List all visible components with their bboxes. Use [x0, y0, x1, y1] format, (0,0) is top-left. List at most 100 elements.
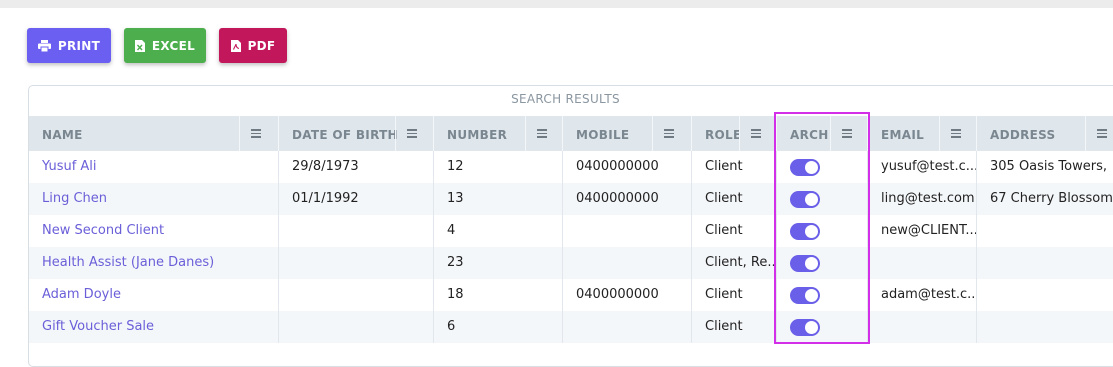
- column-header-mobile[interactable]: MOBILE: [563, 116, 692, 151]
- cell-mobile: [563, 311, 692, 343]
- cell-number: 23: [434, 247, 563, 279]
- cell-archived: [777, 215, 868, 247]
- cell-email: adam@test.c...: [868, 279, 977, 311]
- cell-name[interactable]: Health Assist (Jane Danes): [29, 247, 279, 279]
- cell-name[interactable]: Ling Chen: [29, 183, 279, 215]
- cell-mobile: 0400000000: [563, 151, 692, 183]
- cell-number: 6: [434, 311, 563, 343]
- archived-toggle[interactable]: [790, 191, 820, 208]
- column-header-role[interactable]: ROLE: [692, 116, 777, 151]
- archived-toggle[interactable]: [790, 159, 820, 176]
- print-button[interactable]: PRINT: [27, 28, 111, 63]
- cell-dob: [279, 279, 434, 311]
- archived-toggle[interactable]: [790, 319, 820, 336]
- column-menu-icon[interactable]: [652, 116, 685, 151]
- cell-dob: 01/1/1992: [279, 183, 434, 215]
- cell-archived: [777, 183, 868, 215]
- toggle-knob: [805, 257, 818, 270]
- cell-archived: [777, 311, 868, 343]
- column-header-address[interactable]: ADDRESS: [977, 116, 1113, 151]
- cell-email: [868, 311, 977, 343]
- column-label: DATE OF BIRTH: [292, 128, 398, 142]
- cell-archived: [777, 151, 868, 183]
- table-row[interactable]: Ling Chen 01/1/1992 13 0400000000 Client ling…: [29, 183, 1113, 215]
- cell-address: [977, 311, 1113, 343]
- top-band: [0, 0, 1113, 8]
- toggle-knob: [805, 321, 818, 334]
- toggle-knob: [805, 225, 818, 238]
- cell-name[interactable]: Adam Doyle: [29, 279, 279, 311]
- archived-toggle[interactable]: [790, 223, 820, 240]
- table-row[interactable]: Health Assist (Jane Danes) 23 Client, Re..…: [29, 247, 1113, 279]
- cell-archived: [777, 279, 868, 311]
- cell-dob: [279, 311, 434, 343]
- column-menu-icon[interactable]: [739, 116, 772, 151]
- archived-toggle[interactable]: [790, 287, 820, 304]
- cell-address: [977, 215, 1113, 247]
- column-header-email[interactable]: EMAIL: [868, 116, 977, 151]
- column-menu-icon[interactable]: [395, 116, 428, 151]
- column-menu-icon[interactable]: [239, 116, 272, 151]
- column-menu-icon[interactable]: [525, 116, 558, 151]
- column-label: NAME: [42, 128, 83, 142]
- cell-mobile: [563, 247, 692, 279]
- printer-icon: [37, 39, 51, 52]
- table-header: NAME DATE OF BIRTH NUMBER MOBILE ROLE AR…: [29, 116, 1113, 151]
- cell-mobile: [563, 215, 692, 247]
- column-label: MOBILE: [576, 128, 630, 142]
- cell-name[interactable]: Yusuf Ali: [29, 151, 279, 183]
- cell-role: Client: [692, 311, 777, 343]
- cell-archived: [777, 247, 868, 279]
- cell-email: new@CLIENT....: [868, 215, 977, 247]
- column-header-name[interactable]: NAME: [29, 116, 279, 151]
- cell-dob: 29/8/1973: [279, 151, 434, 183]
- table-row[interactable]: New Second Client 4 Client new@CLIENT....: [29, 215, 1113, 247]
- toggle-knob: [805, 161, 818, 174]
- column-menu-icon[interactable]: [1085, 116, 1113, 151]
- cell-number: 4: [434, 215, 563, 247]
- cell-role: Client: [692, 279, 777, 311]
- cell-role: Client: [692, 183, 777, 215]
- cell-email: yusuf@test.c...: [868, 151, 977, 183]
- search-results-panel: SEARCH RESULTS NAME DATE OF BIRTH NUMBER…: [28, 85, 1113, 367]
- cell-mobile: 0400000000: [563, 183, 692, 215]
- excel-button-label: EXCEL: [151, 38, 196, 53]
- column-header-number[interactable]: NUMBER: [434, 116, 563, 151]
- column-label: ADDRESS: [990, 128, 1056, 142]
- column-label: ARCH: [790, 128, 829, 142]
- cell-number: 18: [434, 279, 563, 311]
- panel-title: SEARCH RESULTS: [511, 92, 620, 106]
- column-menu-icon[interactable]: [830, 116, 863, 151]
- excel-button[interactable]: EXCEL: [124, 28, 206, 63]
- cell-dob: [279, 215, 434, 247]
- cell-name[interactable]: Gift Voucher Sale: [29, 311, 279, 343]
- cell-role: Client: [692, 151, 777, 183]
- cell-address: 67 Cherry Blossom: [977, 183, 1113, 215]
- toggle-knob: [805, 289, 818, 302]
- cell-email: [868, 247, 977, 279]
- column-label: EMAIL: [881, 128, 925, 142]
- column-label: ROLE: [705, 128, 740, 142]
- cell-email: ling@test.com: [868, 183, 977, 215]
- cell-role: Client: [692, 215, 777, 247]
- excel-file-icon: [134, 39, 145, 52]
- cell-number: 12: [434, 151, 563, 183]
- cell-address: [977, 279, 1113, 311]
- table-row[interactable]: Gift Voucher Sale 6 Client: [29, 311, 1113, 343]
- cell-role: Client, Re...: [692, 247, 777, 279]
- column-header-dob[interactable]: DATE OF BIRTH: [279, 116, 434, 151]
- cell-mobile: 0400000000: [563, 279, 692, 311]
- table-row[interactable]: Yusuf Ali 29/8/1973 12 0400000000 Client yusu…: [29, 151, 1113, 183]
- table-row[interactable]: Adam Doyle 18 0400000000 Client adam@test.c.…: [29, 279, 1113, 311]
- column-menu-icon[interactable]: [939, 116, 972, 151]
- cell-number: 13: [434, 183, 563, 215]
- pdf-button-label: PDF: [247, 38, 276, 53]
- print-button-label: PRINT: [57, 38, 101, 53]
- cell-address: [977, 247, 1113, 279]
- column-label: NUMBER: [447, 128, 508, 142]
- pdf-button[interactable]: PDF: [219, 28, 287, 63]
- archived-toggle[interactable]: [790, 255, 820, 272]
- column-header-archived[interactable]: ARCH: [777, 116, 868, 151]
- cell-address: 305 Oasis Towers,: [977, 151, 1113, 183]
- cell-name[interactable]: New Second Client: [29, 215, 279, 247]
